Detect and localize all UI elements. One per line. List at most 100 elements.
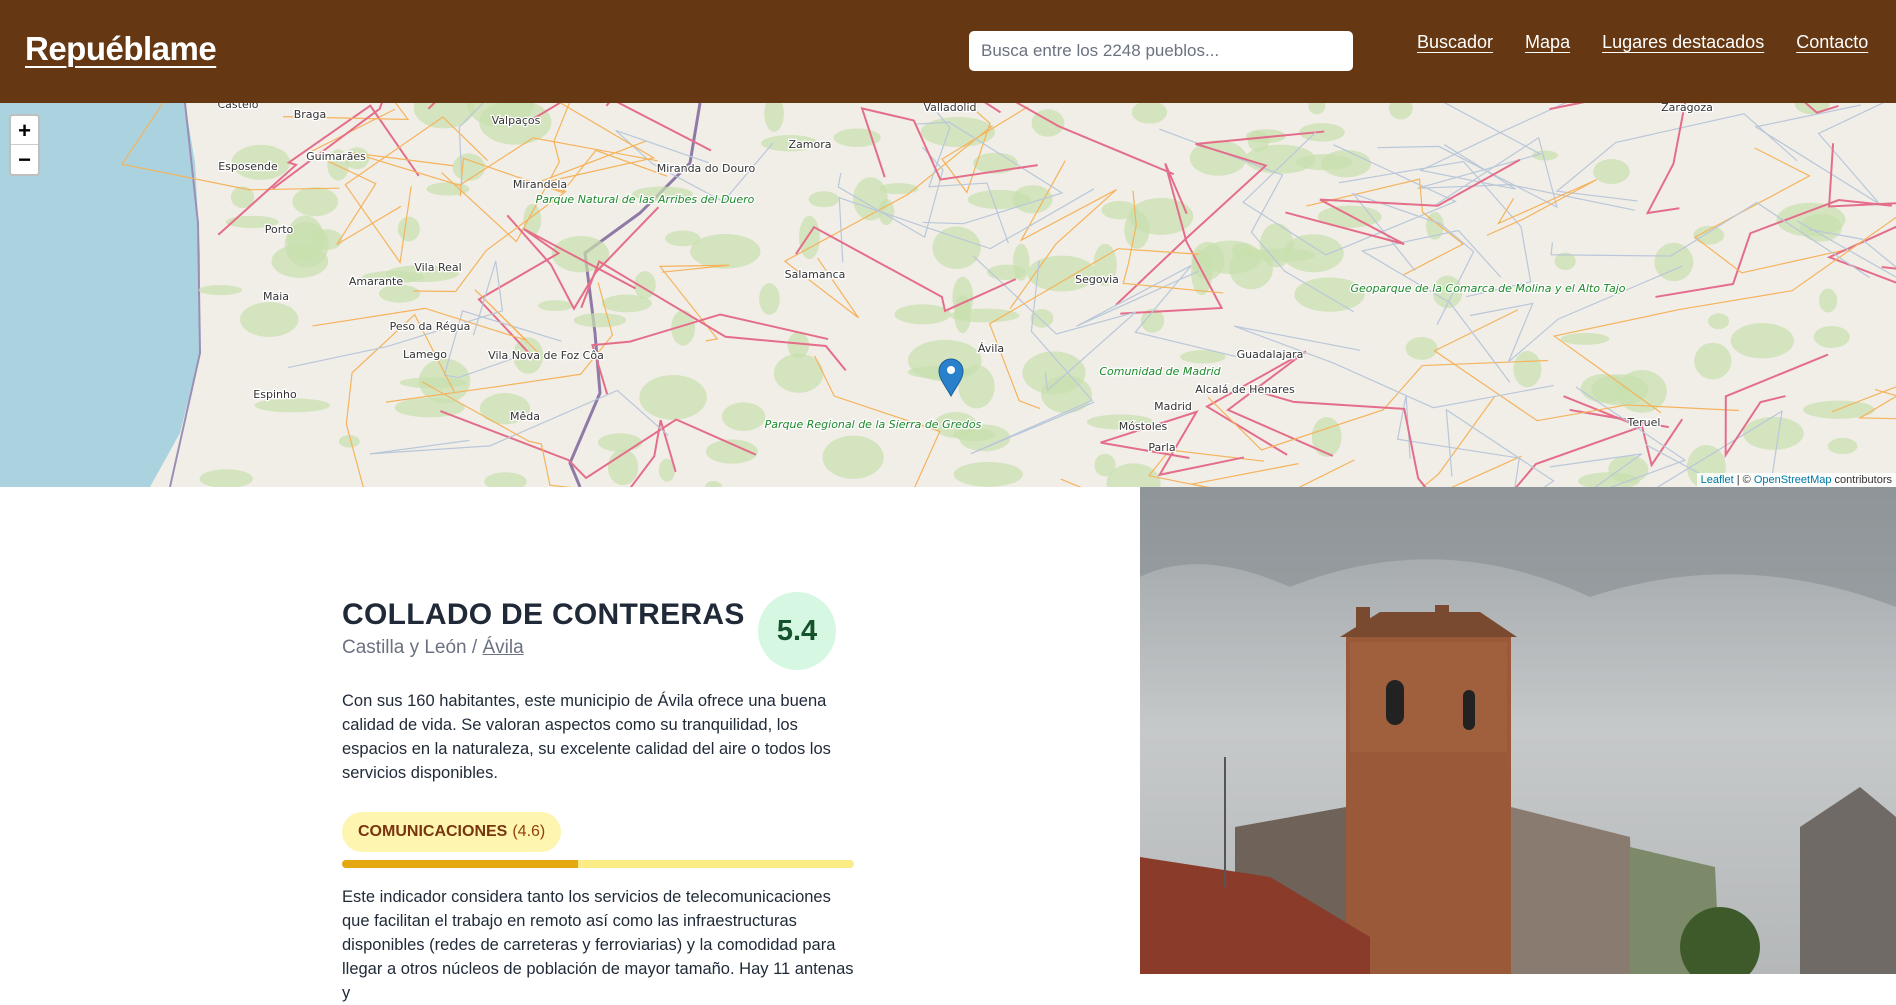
map-label: Porto bbox=[265, 223, 294, 236]
indicator-description: Este indicador considera tanto los servi… bbox=[342, 888, 854, 1002]
indicator-progress-fill bbox=[342, 860, 578, 868]
map-label: Parla bbox=[1148, 441, 1175, 454]
woodland bbox=[705, 481, 722, 487]
map-label: Móstoles bbox=[1119, 420, 1168, 433]
woodland bbox=[1311, 416, 1342, 457]
nav-lugares-destacados[interactable]: Lugares destacados bbox=[1602, 32, 1764, 53]
map-label: Guadalajara bbox=[1237, 348, 1304, 361]
map-label: Alcalá de Henares bbox=[1195, 383, 1295, 396]
indicator-value: (4.6) bbox=[512, 823, 546, 840]
woodland bbox=[413, 103, 475, 129]
indicator-progress-bar bbox=[342, 860, 854, 868]
map-label: Salamanca bbox=[785, 268, 846, 281]
map-label: Teruel bbox=[1627, 416, 1661, 429]
woodland bbox=[1608, 455, 1649, 484]
nav-mapa[interactable]: Mapa bbox=[1525, 32, 1570, 53]
woodland bbox=[292, 187, 339, 217]
woodland bbox=[484, 472, 527, 487]
road bbox=[1421, 396, 1522, 487]
road bbox=[1207, 359, 1549, 451]
woodland bbox=[721, 402, 766, 431]
place-location: Castilla y León / Ávila bbox=[342, 637, 524, 659]
country-border bbox=[568, 103, 702, 487]
woodland bbox=[397, 216, 420, 242]
osm-link[interactable]: OpenStreetMap bbox=[1754, 474, 1832, 486]
map[interactable]: Valladolid Zaragoza Zamora Salamanca Segovia… bbox=[0, 103, 1896, 487]
score-badge: 5.4 bbox=[758, 592, 836, 670]
woodland bbox=[1040, 375, 1092, 414]
road bbox=[1360, 229, 1511, 383]
woodland bbox=[1308, 103, 1326, 115]
place-name: COLLADO DE CONTRERAS bbox=[342, 598, 745, 631]
map-label: Madrid bbox=[1154, 400, 1192, 413]
zoom-in-button[interactable]: + bbox=[11, 116, 38, 145]
search-input[interactable] bbox=[969, 31, 1353, 71]
woodland bbox=[240, 302, 299, 337]
place-photo bbox=[1140, 487, 1896, 974]
region: Castilla y León bbox=[342, 637, 467, 658]
woodland bbox=[199, 469, 253, 487]
woodland bbox=[573, 313, 627, 328]
map-label: Espinho bbox=[253, 388, 297, 401]
woodland bbox=[1388, 103, 1413, 120]
road bbox=[605, 103, 611, 107]
map-label: Miranda do Douro bbox=[657, 162, 756, 175]
leaflet-link[interactable]: Leaflet bbox=[1701, 474, 1734, 486]
zoom-out-button[interactable]: − bbox=[11, 145, 38, 174]
nav-contacto[interactable]: Contacto bbox=[1796, 32, 1868, 53]
map-label: Comunidad de Madrid bbox=[1099, 365, 1221, 378]
woodland bbox=[1694, 342, 1732, 380]
zoom-control: + − bbox=[9, 114, 40, 176]
attribution-suffix: contributors bbox=[1831, 474, 1892, 486]
road bbox=[440, 410, 757, 480]
woodland bbox=[1813, 325, 1850, 348]
woodland bbox=[1094, 453, 1116, 477]
woodland bbox=[1244, 144, 1316, 174]
nav-buscador[interactable]: Buscador bbox=[1417, 32, 1493, 53]
road bbox=[1445, 408, 1555, 487]
road bbox=[1470, 265, 1683, 363]
province-link[interactable]: Ávila bbox=[482, 637, 523, 658]
main-nav: Buscador Mapa Lugares destacados Contact… bbox=[1417, 32, 1868, 53]
road bbox=[1555, 113, 1798, 202]
woodland bbox=[822, 435, 884, 479]
woodland bbox=[1405, 336, 1438, 360]
woodland bbox=[932, 226, 981, 270]
map-label: Valladolid bbox=[923, 103, 976, 114]
woodland bbox=[1593, 158, 1630, 185]
map-label: Ávila bbox=[978, 342, 1004, 355]
attribution-sep: | © bbox=[1733, 474, 1754, 486]
woodland bbox=[1708, 313, 1730, 330]
map-label: Guimarães bbox=[306, 150, 366, 163]
map-label: Braga bbox=[294, 108, 327, 121]
map-label: Segovia bbox=[1075, 273, 1119, 286]
road bbox=[1645, 103, 1687, 215]
map-label: Maia bbox=[263, 290, 289, 303]
woodland bbox=[639, 374, 707, 420]
woodland bbox=[894, 304, 951, 325]
logo-link[interactable]: Repuéblame bbox=[25, 30, 217, 68]
woodland bbox=[452, 153, 486, 182]
woodland bbox=[1560, 332, 1610, 345]
woodland bbox=[1513, 351, 1542, 388]
map-label: Lamego bbox=[403, 348, 447, 361]
map-label: Castelo bbox=[217, 103, 258, 111]
woodland bbox=[1819, 288, 1838, 313]
map-tiles[interactable]: Valladolid Zaragoza Zamora Salamanca Segovia… bbox=[0, 103, 1896, 487]
place-description: Con sus 160 habitantes, este municipio d… bbox=[342, 692, 831, 782]
map-label: Valpaços bbox=[492, 114, 541, 127]
indicator-badge: COMUNICACIONES (4.6) bbox=[342, 812, 562, 852]
map-label: Peso da Régua bbox=[390, 320, 471, 333]
woodland bbox=[1742, 416, 1804, 450]
woodland bbox=[764, 103, 784, 132]
woodland bbox=[690, 233, 761, 269]
map-label: Mêda bbox=[510, 410, 540, 423]
woodland bbox=[1730, 323, 1795, 359]
map-label: Parque Regional de la Sierra de Gredos bbox=[765, 418, 982, 431]
map-attribution: Leaflet | © OpenStreetMap contributors bbox=[1696, 473, 1896, 487]
road bbox=[1754, 103, 1885, 205]
woodland bbox=[537, 300, 573, 312]
road bbox=[1881, 266, 1896, 270]
road bbox=[283, 103, 410, 121]
woodland bbox=[759, 283, 780, 315]
